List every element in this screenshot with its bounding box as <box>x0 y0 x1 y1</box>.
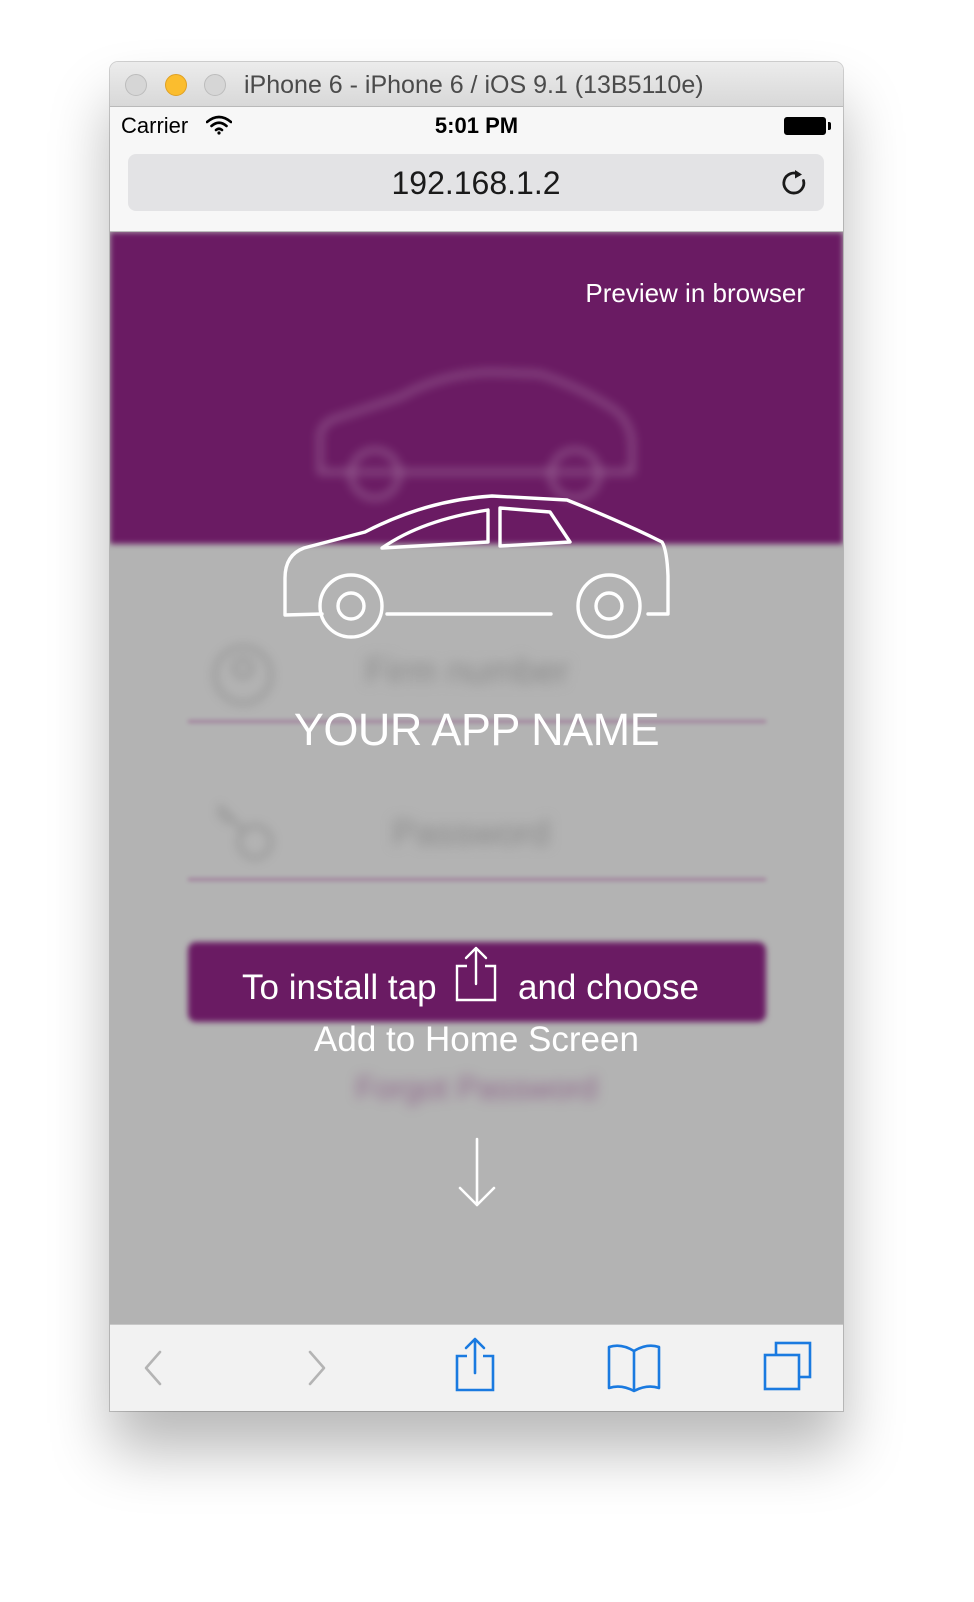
battery-tip <box>828 122 831 130</box>
blurred-underline-2 <box>188 878 766 881</box>
install-text-after: and choose <box>518 968 699 1007</box>
forward-icon[interactable] <box>302 1325 332 1411</box>
battery-icon <box>784 117 826 135</box>
share-icon <box>455 946 497 1002</box>
window-titlebar: iPhone 6 - iPhone 6 / iOS 9.1 (13B5110e) <box>110 62 843 107</box>
bookmarks-icon[interactable] <box>606 1325 662 1411</box>
minimize-window-button[interactable] <box>165 74 187 96</box>
url-text: 192.168.1.2 <box>391 165 561 201</box>
share-icon[interactable] <box>452 1325 498 1411</box>
ios-status-bar: Carrier 5:01 PM <box>110 107 843 145</box>
install-text-before: To install tap <box>242 968 437 1007</box>
blurred-forgot-link: Forgot Password <box>355 1070 598 1106</box>
tabs-icon[interactable] <box>762 1325 814 1411</box>
blurred-field-1: Firm number <box>365 650 570 691</box>
web-content: Firm number Password Forgot Password Pre… <box>110 232 843 1324</box>
window-title: iPhone 6 - iPhone 6 / iOS 9.1 (13B5110e) <box>244 71 704 99</box>
simulator-window: iPhone 6 - iPhone 6 / iOS 9.1 (13B5110e)… <box>110 62 843 1411</box>
address-bar[interactable]: 192.168.1.2 <box>128 154 824 211</box>
preview-in-browser-link[interactable]: Preview in browser <box>585 278 805 309</box>
blurred-field-2: Password <box>392 812 551 853</box>
address-bar-area: 192.168.1.2 <box>110 145 843 232</box>
install-instructions: To install tap and choose <box>110 944 843 1007</box>
blurred-car-icon <box>318 369 634 500</box>
app-name-title: YOUR APP NAME <box>293 704 660 755</box>
status-time: 5:01 PM <box>434 113 519 138</box>
close-window-button[interactable] <box>125 74 147 96</box>
blurred-key-icon <box>216 803 274 861</box>
car-icon <box>283 494 670 639</box>
reload-icon[interactable] <box>780 168 810 198</box>
zoom-window-button[interactable] <box>204 74 226 96</box>
back-icon[interactable] <box>138 1325 168 1411</box>
down-arrow-icon <box>458 1137 496 1207</box>
blurred-user-icon <box>212 644 274 706</box>
install-text-line2: Add to Home Screen <box>314 1020 639 1059</box>
safari-toolbar <box>110 1324 843 1411</box>
